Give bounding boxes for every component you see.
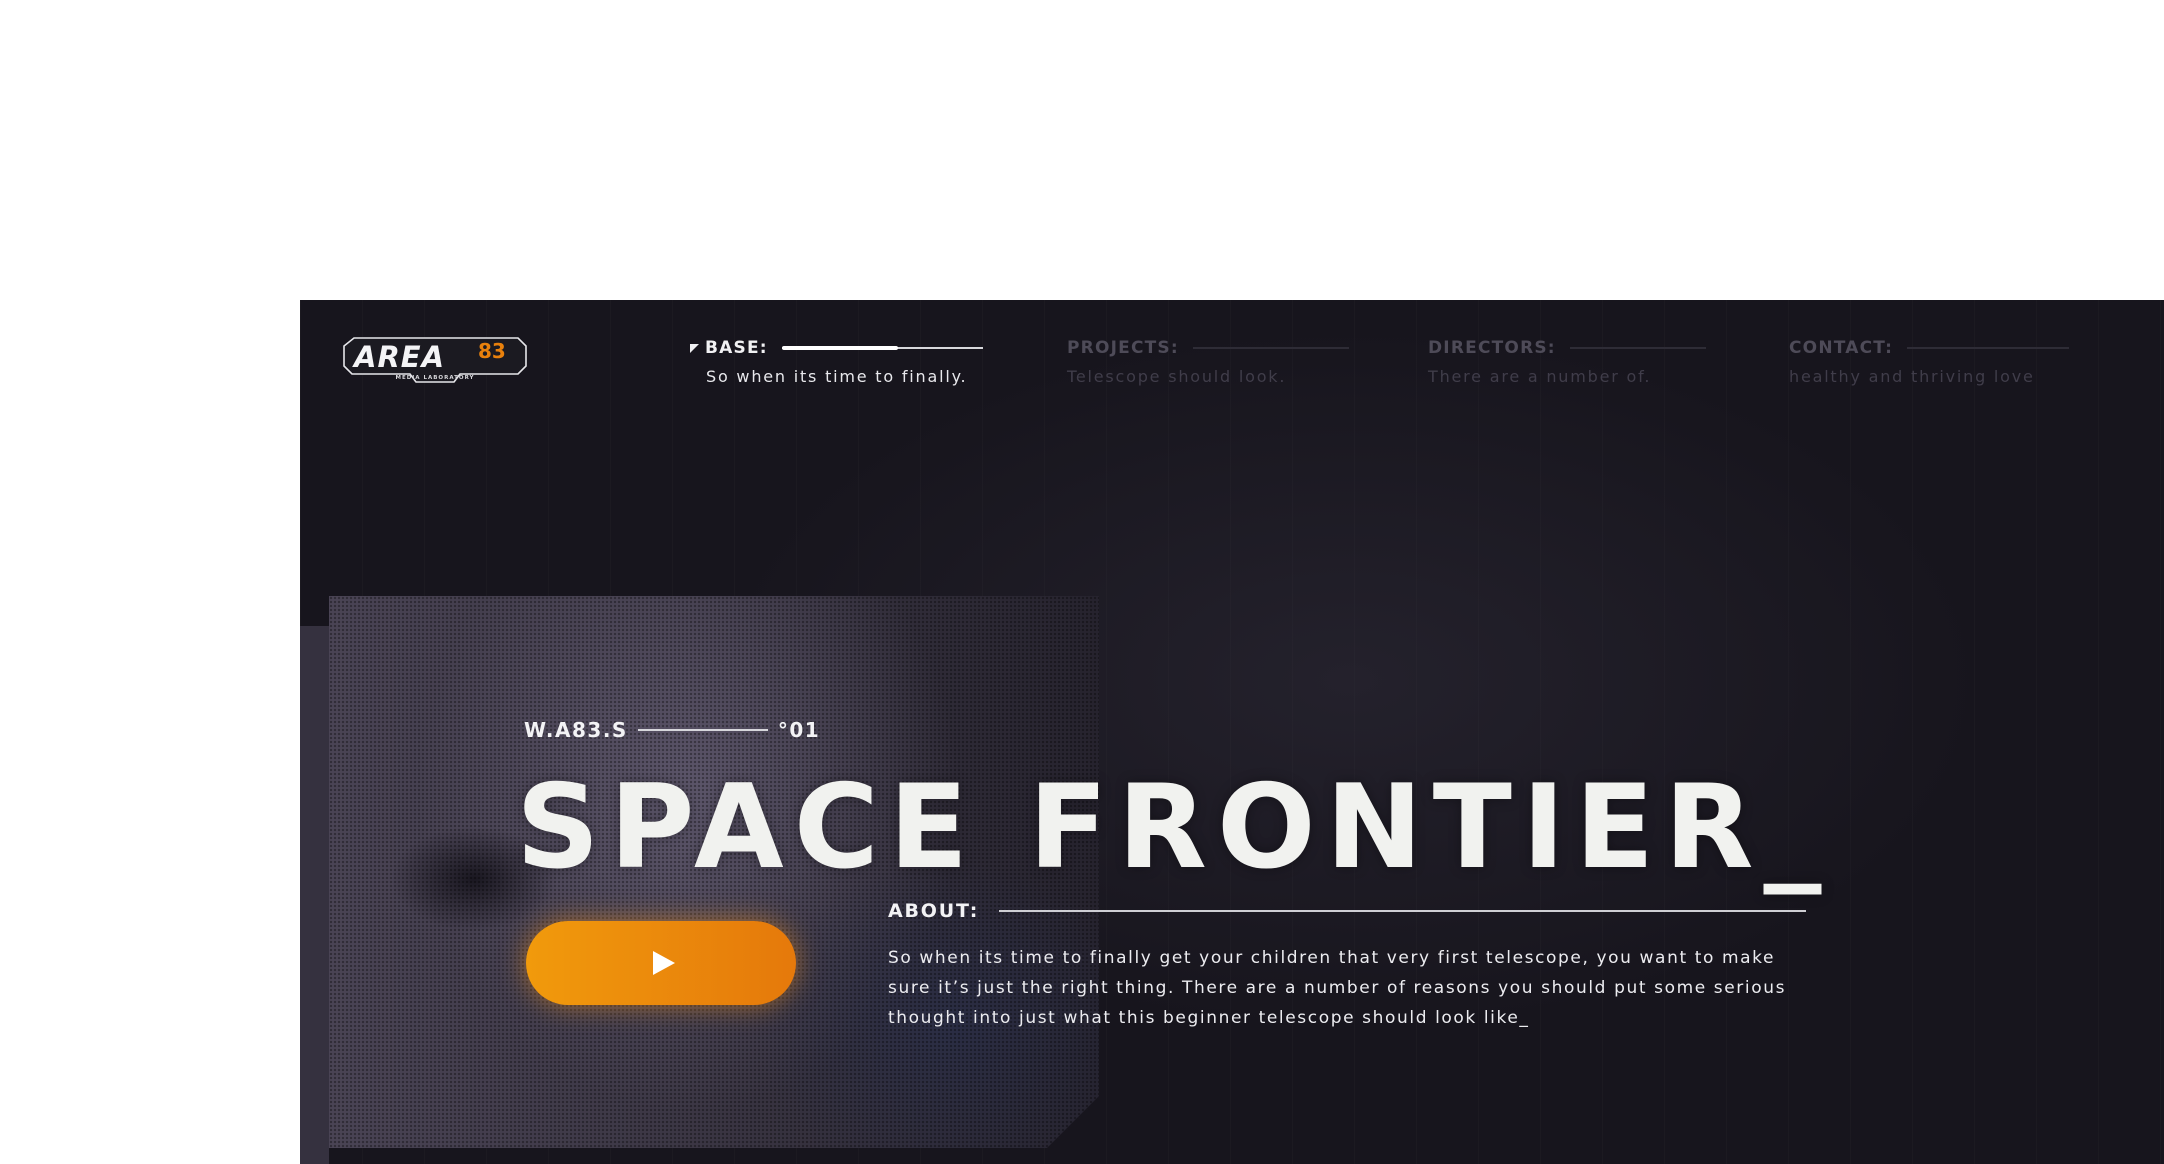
hero-title: SPACE FRONTIER_ — [516, 760, 1832, 895]
nav-progress-line — [1192, 347, 1349, 349]
hero-code: W.A83.S — [524, 718, 628, 742]
corner-arrow-icon — [690, 343, 699, 353]
nav-item-contact[interactable]: CONTACT: healthy and thriving love — [1789, 338, 2070, 386]
nav-subtitle: There are a number of. — [1428, 367, 1652, 386]
nav-item-directors[interactable]: DIRECTORS: There are a number of. — [1428, 338, 1706, 386]
nav-subtitle: Telescope should look. — [1067, 367, 1287, 386]
nav-item-base[interactable]: BASE: So when its time to finally. — [690, 338, 983, 386]
svg-text:83: 83 — [478, 339, 506, 363]
nav-label: CONTACT: — [1789, 338, 1894, 358]
hero-code-row: W.A83.S °01 — [524, 718, 820, 742]
nav-label: DIRECTORS: — [1428, 338, 1556, 358]
nav-progress-line — [781, 346, 983, 350]
hero-frame: AREA 83 MEDIA LABORATORY BASE: So when i… — [300, 300, 2164, 1164]
svg-text:AREA: AREA — [352, 340, 445, 374]
nav-item-projects[interactable]: PROJECTS: Telescope should look. — [1067, 338, 1349, 386]
about-divider — [999, 910, 1806, 912]
hero-index: °01 — [777, 718, 821, 742]
area83-logo[interactable]: AREA 83 MEDIA LABORATORY — [342, 336, 528, 384]
play-icon — [653, 951, 675, 975]
about-text: So when its time to finally get your chi… — [888, 948, 1787, 1028]
about-header: ABOUT: — [888, 900, 1806, 922]
hero-image-strip — [300, 626, 329, 1164]
nav-progress-line — [1569, 347, 1706, 349]
nav-subtitle: healthy and thriving love — [1789, 367, 2035, 386]
play-video-button[interactable] — [526, 921, 796, 1005]
nav-progress-line — [1907, 347, 2070, 349]
nav-label: PROJECTS: — [1067, 338, 1179, 358]
nav-label: BASE: — [705, 338, 768, 358]
svg-text:MEDIA LABORATORY: MEDIA LABORATORY — [395, 375, 474, 381]
code-divider — [637, 729, 768, 731]
nav-subtitle: So when its time to finally. — [706, 367, 968, 386]
about-label: ABOUT: — [888, 900, 980, 922]
